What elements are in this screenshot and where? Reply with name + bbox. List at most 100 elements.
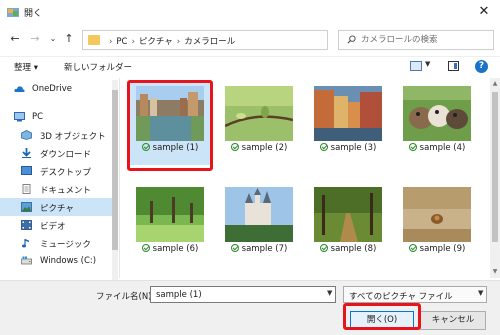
breadcrumb-sep: ›: [176, 37, 181, 47]
file-type-dropdown-icon[interactable]: ▼: [478, 289, 483, 297]
breadcrumb-sep: ›: [109, 37, 113, 47]
drive-icon: [21, 256, 32, 265]
sync-check-icon: [408, 143, 417, 151]
sidebar-item-label: ビデオ: [40, 222, 66, 232]
app-icon: [7, 8, 19, 17]
music-icon: [22, 239, 29, 248]
sync-check-icon: [408, 244, 417, 252]
file-name: sample (3): [306, 143, 390, 153]
sidebar-item-pc[interactable]: PC: [0, 108, 112, 126]
file-name-text: sample (8): [330, 244, 377, 254]
file-type-value: すべてのピクチャ ファイル: [349, 292, 453, 302]
navigation-pane: OneDrive PC 3D オブジェクト ダウンロード デスクトップ ドキュメ…: [0, 78, 120, 278]
file-thumbnail: [403, 187, 471, 242]
view-dropdown-icon[interactable]: ▼: [425, 60, 430, 68]
file-item-sample-2[interactable]: sample (2): [217, 81, 301, 165]
file-name-text: sample (2): [241, 143, 288, 153]
search-icon: [347, 35, 356, 44]
breadcrumb-sep: ›: [131, 37, 135, 47]
download-icon: [22, 148, 31, 158]
forward-button[interactable]: →: [28, 32, 42, 46]
file-name: sample (8): [306, 244, 390, 254]
3d-objects-icon: [21, 130, 32, 140]
file-name: sample (4): [395, 143, 479, 153]
search-box[interactable]: [338, 30, 494, 50]
cancel-button[interactable]: キャンセル: [420, 311, 486, 330]
desktop-icon: [21, 166, 32, 175]
title-bar: 開く ✕: [0, 0, 500, 24]
file-name-text: sample (7): [241, 244, 288, 254]
file-item-sample-8[interactable]: sample (8): [306, 182, 390, 266]
file-name: sample (2): [217, 143, 301, 153]
file-item-sample-6[interactable]: sample (6): [128, 182, 212, 266]
file-list: sample (1) sample (2) sample (3) sample …: [121, 78, 491, 278]
file-thumbnail: [136, 187, 204, 242]
file-name: sample (9): [395, 244, 479, 254]
cloud-icon: [14, 86, 25, 92]
sidebar-scroll-thumb[interactable]: [112, 90, 118, 250]
view-options-icon[interactable]: [410, 61, 422, 71]
sidebar-item-onedrive[interactable]: OneDrive: [0, 80, 112, 98]
file-name-text: sample (9): [419, 244, 466, 254]
sidebar-item-windows-c[interactable]: Windows (C:): [0, 252, 112, 270]
file-thumbnail: [314, 187, 382, 242]
breadcrumb-pc[interactable]: PC: [116, 37, 127, 47]
file-item-sample-3[interactable]: sample (3): [306, 81, 390, 165]
sync-check-icon: [230, 244, 239, 252]
file-name: sample (7): [217, 244, 301, 254]
computer-icon: [14, 112, 25, 122]
sidebar-scrollbar[interactable]: [112, 80, 118, 280]
sidebar-item-label: 3D オブジェクト: [40, 132, 106, 142]
sidebar-item-label: ミュージック: [40, 240, 91, 250]
sidebar-item-label: ドキュメント: [40, 186, 92, 196]
recent-locations-button[interactable]: ⌄: [46, 32, 60, 46]
file-list-scrollbar[interactable]: ▲ ▼: [490, 78, 500, 278]
file-item-sample-7[interactable]: sample (7): [217, 182, 301, 266]
file-list-scroll-thumb[interactable]: [492, 92, 498, 242]
sync-check-icon: [141, 244, 150, 252]
file-thumbnail: [225, 187, 293, 242]
up-button[interactable]: ↑: [62, 32, 76, 46]
file-item-sample-4[interactable]: sample (4): [395, 81, 479, 165]
sidebar-item-pictures[interactable]: ピクチャ: [0, 198, 112, 216]
sync-check-icon: [230, 143, 239, 151]
sync-check-icon: [319, 143, 328, 151]
file-thumbnail: [225, 86, 293, 141]
dialog-footer: ファイル名(N): sample (1) ▼ すべてのピクチャ ファイル ▼ 開…: [0, 280, 500, 335]
sidebar-item-downloads[interactable]: ダウンロード: [0, 144, 112, 162]
search-input[interactable]: [361, 34, 489, 46]
window-title: 開く: [24, 9, 43, 19]
close-button[interactable]: ✕: [468, 0, 500, 24]
highlight-frame-selected-file: [127, 80, 213, 171]
folder-icon: [88, 35, 100, 45]
sidebar-item-label: ピクチャ: [40, 204, 74, 214]
sidebar-item-label: Windows (C:): [40, 256, 97, 266]
file-type-select[interactable]: すべてのピクチャ ファイル ▼: [343, 286, 487, 303]
highlight-frame-open-button: [343, 303, 421, 330]
sidebar-item-3d-objects[interactable]: 3D オブジェクト: [0, 126, 112, 144]
sidebar-item-desktop[interactable]: デスクトップ: [0, 162, 112, 180]
sidebar-item-label: OneDrive: [32, 84, 72, 94]
breadcrumb-camera-roll[interactable]: カメラロール: [184, 37, 235, 47]
file-thumbnail: [403, 86, 471, 141]
breadcrumb-pictures[interactable]: ピクチャ: [139, 37, 173, 47]
scroll-up-icon[interactable]: ▲: [491, 80, 499, 87]
video-icon: [21, 220, 32, 230]
file-item-sample-9[interactable]: sample (9): [395, 182, 479, 266]
address-bar[interactable]: ›PC›ピクチャ›カメラロール ⌄ ↻: [82, 30, 401, 50]
new-folder-button[interactable]: 新しいフォルダー: [64, 61, 132, 73]
file-name-text: sample (4): [419, 143, 466, 153]
help-icon[interactable]: ?: [475, 60, 488, 73]
file-name-label: ファイル名(N):: [96, 292, 155, 302]
organize-button[interactable]: 整理 ▾: [14, 61, 38, 73]
sidebar-item-documents[interactable]: ドキュメント: [0, 180, 112, 198]
pictures-icon: [21, 202, 32, 212]
file-name-field[interactable]: sample (1) ▼: [150, 286, 336, 303]
file-name-dropdown-icon[interactable]: ▼: [327, 289, 332, 297]
preview-pane-icon[interactable]: [448, 61, 459, 71]
file-thumbnail: [314, 86, 382, 141]
sidebar-item-music[interactable]: ミュージック: [0, 234, 112, 252]
back-button[interactable]: ←: [8, 32, 22, 46]
sidebar-item-videos[interactable]: ビデオ: [0, 216, 112, 234]
scroll-down-icon[interactable]: ▼: [491, 268, 499, 275]
